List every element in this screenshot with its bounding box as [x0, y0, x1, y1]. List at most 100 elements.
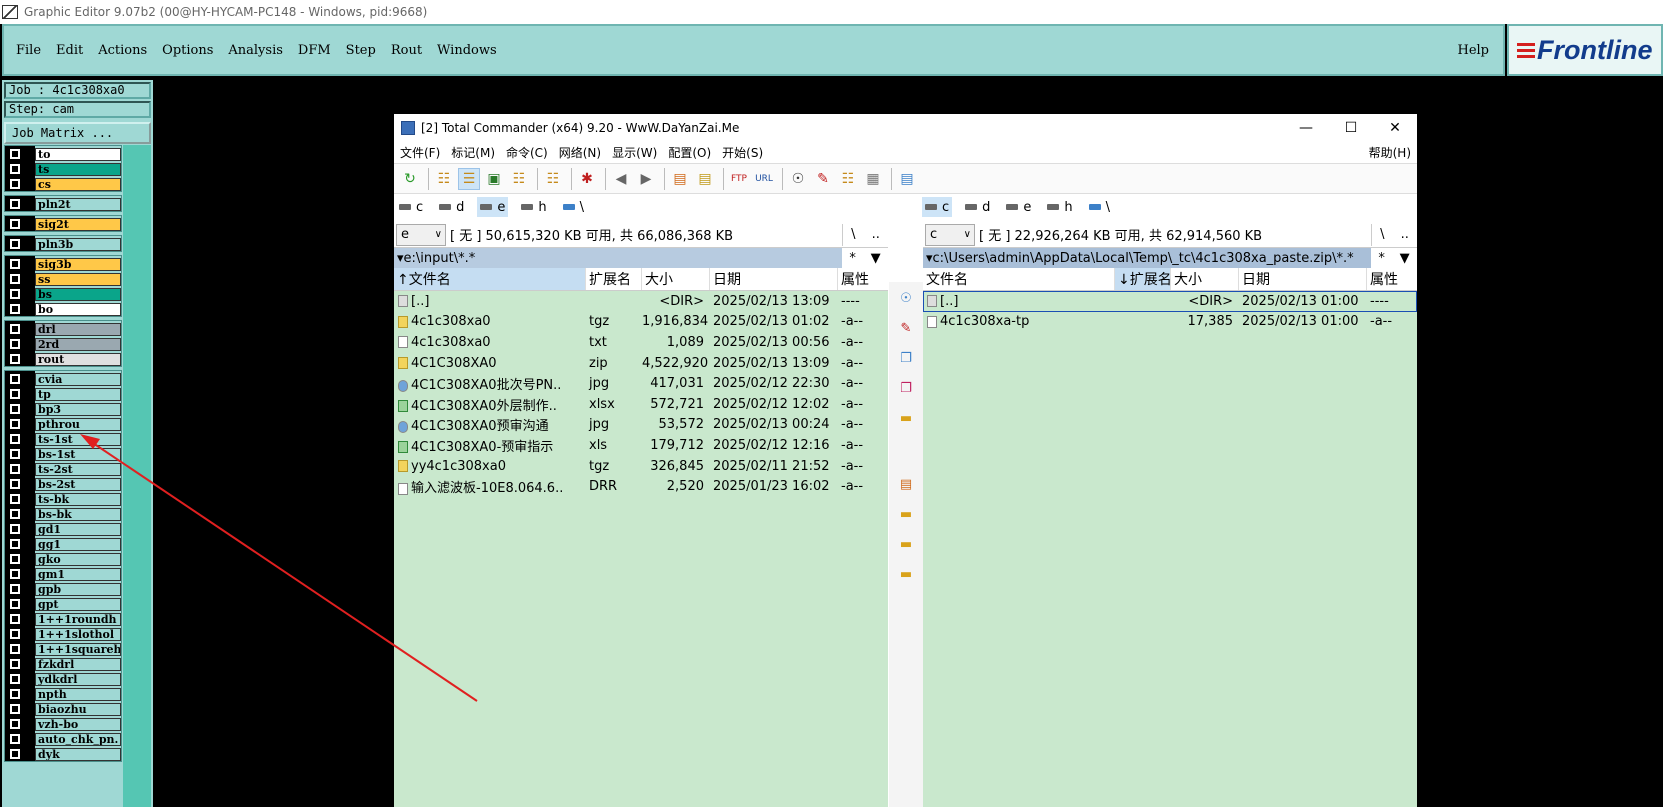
layer-row[interactable]: gpt	[5, 596, 121, 611]
right-drive-h[interactable]: h	[1044, 197, 1075, 217]
left-header-size[interactable]: 大小	[642, 268, 710, 290]
layer-name[interactable]: auto_chk_pn.	[35, 732, 121, 746]
menu-file[interactable]: File	[16, 43, 41, 58]
tc-menu-config[interactable]: 配置(O)	[668, 144, 711, 161]
close-button[interactable]: ✕	[1373, 114, 1417, 142]
layer-checkbox[interactable]	[5, 476, 35, 491]
left-history-dropdown[interactable]: ▼	[871, 251, 881, 266]
tc-menu-mark[interactable]: 标记(M)	[451, 144, 495, 161]
right-header-name[interactable]: 文件名	[923, 268, 1115, 290]
menu-actions[interactable]: Actions	[98, 43, 147, 58]
menu-help[interactable]: Help	[1457, 43, 1489, 58]
layer-checkbox[interactable]	[5, 236, 35, 251]
layer-name[interactable]: gko	[35, 552, 121, 566]
layer-name[interactable]: dyk	[35, 747, 121, 761]
layer-name[interactable]: bs-bk	[35, 507, 121, 521]
left-drive-h[interactable]: h	[518, 197, 549, 217]
layer-checkbox[interactable]	[5, 551, 35, 566]
layer-name[interactable]: fzkdrl	[35, 657, 121, 671]
edit-file-icon[interactable]: ✎	[896, 318, 916, 338]
left-file-row[interactable]: [..] <DIR> 2025/02/13 13:09 ----	[394, 291, 888, 312]
layer-row[interactable]: bp3	[5, 401, 121, 416]
notepad-icon[interactable]: ▤	[896, 168, 918, 190]
layer-checkbox[interactable]	[5, 746, 35, 761]
layer-name[interactable]: bp3	[35, 402, 121, 416]
layer-row[interactable]: gm1	[5, 566, 121, 581]
layer-checkbox[interactable]	[5, 161, 35, 176]
right-header-size[interactable]: 大小	[1171, 268, 1239, 290]
tc-menu-net[interactable]: 网络(N)	[559, 144, 601, 161]
layer-name[interactable]: ts-1st	[35, 432, 121, 446]
thumbnail-view-icon[interactable]: ▣	[483, 168, 505, 190]
search-icon[interactable]: ☉	[787, 168, 809, 190]
layer-checkbox[interactable]	[5, 521, 35, 536]
layer-name[interactable]: vzh-bo	[35, 717, 121, 731]
layer-row[interactable]: gko	[5, 551, 121, 566]
left-file-row[interactable]: 4c1c308xa0 tgz 1,916,834 2025/02/13 01:02 -a…	[394, 312, 888, 333]
layer-checkbox[interactable]	[5, 216, 35, 231]
layer-checkbox[interactable]	[5, 271, 35, 286]
right-file-row[interactable]: [..] <DIR> 2025/02/13 01:00 ----	[923, 291, 1417, 312]
pack-files-icon[interactable]: ▤	[896, 474, 916, 494]
compare-icon[interactable]: ▦	[862, 168, 884, 190]
layer-scroll-rail[interactable]	[123, 145, 151, 807]
left-file-row[interactable]: yy4c1c308xa0 tgz 326,845 2025/02/11 21:52 -a…	[394, 456, 888, 477]
right-drive-e[interactable]: e	[1003, 197, 1034, 217]
layer-row[interactable]: bo	[5, 301, 121, 316]
layer-name[interactable]: 1++1slothol	[35, 627, 121, 641]
layer-name[interactable]: ss	[35, 272, 121, 286]
layer-name[interactable]: bs	[35, 287, 121, 301]
layer-row[interactable]: cvia	[5, 371, 121, 386]
folder-open-icon[interactable]: ▬	[896, 564, 916, 584]
copy-file-icon[interactable]: ❐	[896, 348, 916, 368]
layer-name[interactable]: gpb	[35, 582, 121, 596]
layer-checkbox[interactable]	[5, 671, 35, 686]
layer-row[interactable]: bs-bk	[5, 506, 121, 521]
new-folder-icon[interactable]: ▬	[896, 408, 916, 428]
tc-menu-show[interactable]: 显示(W)	[612, 144, 657, 161]
left-path[interactable]: ▾ e:\input\*.*	[394, 248, 842, 268]
pack-icon[interactable]: ▤	[669, 168, 691, 190]
menu-options[interactable]: Options	[162, 43, 213, 58]
layer-checkbox[interactable]	[5, 491, 35, 506]
layer-checkbox[interactable]	[5, 626, 35, 641]
tc-menu-file[interactable]: 文件(F)	[400, 144, 440, 161]
right-drive-select[interactable]: c ∨	[925, 223, 975, 246]
layer-checkbox[interactable]	[5, 321, 35, 336]
layer-row[interactable]: pln2t	[5, 196, 121, 211]
right-drive-net[interactable]: \	[1086, 197, 1113, 217]
layer-name[interactable]: gpt	[35, 597, 121, 611]
right-header-ext[interactable]: ↓扩展名	[1115, 268, 1171, 290]
layer-checkbox[interactable]	[5, 256, 35, 271]
layer-row[interactable]: sig3b	[5, 256, 121, 271]
layer-checkbox[interactable]	[5, 371, 35, 386]
layer-row[interactable]: vzh-bo	[5, 716, 121, 731]
layer-checkbox[interactable]	[5, 596, 35, 611]
back-arrow-icon[interactable]: ◀	[610, 168, 632, 190]
left-root-button[interactable]: \	[851, 227, 855, 242]
right-filter[interactable]: *	[1378, 251, 1385, 266]
left-file-row[interactable]: 4C1C308XA0 zip 4,522,920 2025/02/13 13:09 -a…	[394, 353, 888, 374]
left-header-date[interactable]: 日期	[710, 268, 838, 290]
layer-name[interactable]: 1++1squarehe	[35, 642, 121, 656]
layer-name[interactable]: 2rd	[35, 337, 121, 351]
layer-checkbox[interactable]	[5, 176, 35, 191]
layer-checkbox[interactable]	[5, 536, 35, 551]
menu-step[interactable]: Step	[346, 43, 376, 58]
layer-row[interactable]: rout	[5, 351, 121, 366]
layer-name[interactable]: npth	[35, 687, 121, 701]
tc-menu-help[interactable]: 帮助(H)	[1369, 144, 1411, 161]
layer-row[interactable]: 2rd	[5, 336, 121, 351]
minimize-button[interactable]: —	[1284, 114, 1328, 142]
layer-name[interactable]: ts-2st	[35, 462, 121, 476]
layer-name[interactable]: pthrou	[35, 417, 121, 431]
layer-row[interactable]: 1++1roundh	[5, 611, 121, 626]
layer-checkbox[interactable]	[5, 731, 35, 746]
layer-name[interactable]: ydkdrl	[35, 672, 121, 686]
layer-row[interactable]: gd1	[5, 521, 121, 536]
left-file-row[interactable]: 4C1C308XA0预审沟通 jpg 53,572 2025/02/13 00:24-…	[394, 415, 888, 436]
refresh-icon[interactable]: ↻	[399, 168, 421, 190]
layer-checkbox[interactable]	[5, 656, 35, 671]
layer-name[interactable]: gm1	[35, 567, 121, 581]
layer-row[interactable]: ydkdrl	[5, 671, 121, 686]
